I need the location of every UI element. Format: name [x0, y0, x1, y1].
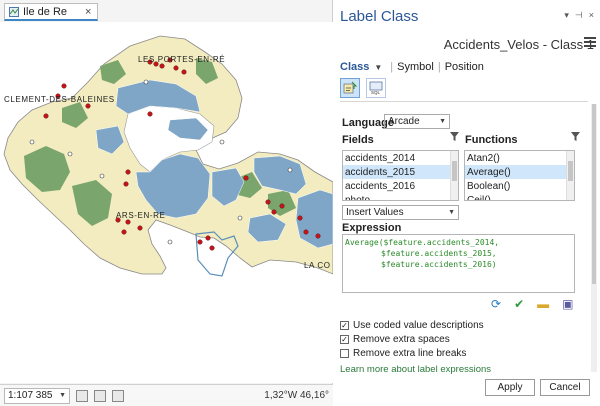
chevron-down-icon: ▼ [448, 209, 455, 216]
label-class-pane: Label Class ▾ ⊣ × Accidents_Velos - Clas… [334, 0, 600, 406]
expression-editor[interactable]: Average($feature.accidents_2014, $featur… [342, 234, 575, 293]
sql-query-button[interactable]: SQL [366, 78, 386, 98]
extra-spaces-label: Remove extra spaces [353, 334, 450, 345]
close-pane-icon[interactable]: × [589, 10, 594, 21]
extra-line-breaks-option[interactable]: Remove extra line breaks [340, 348, 466, 359]
extra-line-breaks-label: Remove extra line breaks [353, 348, 467, 359]
pane-scrollbar[interactable] [591, 104, 597, 372]
expression-line: $feature.accidents_2015, [381, 249, 497, 258]
sql-icon: SQL [369, 81, 383, 95]
expression-mode-button[interactable] [340, 78, 360, 98]
pane-title: Label Class [340, 8, 419, 25]
hamburger-menu-icon[interactable] [584, 36, 596, 48]
close-tab-icon[interactable]: × [85, 6, 91, 18]
nav-position[interactable]: Position [445, 61, 484, 73]
field-item[interactable]: accidents_2016 [343, 179, 458, 193]
scale-value: 1:107 385 [8, 390, 53, 401]
field-item-selected[interactable]: accidents_2015 [343, 165, 458, 179]
function-item[interactable]: Ceil() [465, 193, 574, 201]
apply-button[interactable]: Apply [485, 379, 535, 396]
language-select[interactable]: Arcade ▼ [384, 114, 450, 129]
field-item[interactable]: photo [343, 193, 458, 201]
nav-symbol[interactable]: Symbol [397, 61, 434, 73]
label-clement: CLEMENT-DES-BALEINES [4, 95, 115, 104]
checkbox-unchecked[interactable] [340, 349, 349, 358]
scale-selector[interactable]: 1:107 385 ▼ [4, 387, 70, 404]
open-folder-icon[interactable]: ▬ [537, 297, 549, 311]
coordinates-readout: 1,32°W 46,16° [264, 390, 329, 401]
nav-class[interactable]: Class [340, 61, 369, 73]
pane-menu-icon[interactable]: ▾ [564, 10, 569, 21]
expression-label: Expression [342, 222, 402, 234]
field-item[interactable]: accidents_2014 [343, 151, 458, 165]
checkbox-checked[interactable]: ✓ [340, 321, 349, 330]
fields-scrollbar[interactable] [450, 151, 458, 200]
language-value: Arcade [388, 116, 420, 127]
expression-line: $feature.accidents_2016) [381, 260, 497, 269]
label-les-portes: LES PORTES-EN-RÉ [138, 55, 225, 64]
function-item[interactable]: Atan2() [465, 151, 574, 165]
save-icon[interactable]: ▣ [562, 297, 573, 311]
map-status-bar: 1:107 385 ▼ 1,32°W 46,16° [0, 384, 333, 406]
refresh-icon[interactable] [112, 389, 124, 402]
grid-icon[interactable] [76, 389, 88, 402]
label-expression-icon [343, 81, 357, 94]
pause-icon[interactable] [94, 389, 106, 402]
map-icon [9, 6, 19, 17]
functions-list: Atan2() Average() Boolean() Ceil() [464, 150, 575, 201]
pin-icon[interactable]: ⊣ [575, 10, 583, 21]
map-pane: Ile de Re × LES PORTES-EN-RÉ CLEMENT-DES… [0, 0, 333, 406]
filter-icon[interactable] [449, 131, 460, 142]
extra-spaces-option[interactable]: ✓ Remove extra spaces [340, 334, 450, 345]
fields-list: accidents_2014 accidents_2015 accidents_… [342, 150, 459, 201]
class-nav: Class ▼ | Symbol | Position [340, 61, 484, 73]
fields-label: Fields [342, 134, 374, 146]
refresh-icon[interactable]: ⟳ [491, 297, 501, 311]
label-class-name: Accidents_Velos - Class 1 [443, 37, 594, 52]
map-tab-label: Ile de Re [23, 5, 68, 18]
label-ars: ARS-EN-RE [116, 211, 165, 220]
expression-line: Average($feature.accidents_2014, [345, 238, 500, 247]
function-item-selected[interactable]: Average() [465, 165, 574, 179]
insert-values-label: Insert Values [346, 207, 404, 218]
pane-controls: ▾ ⊣ × [564, 10, 594, 21]
expression-toolbar: ⟳ ✔ ▬ ▣ [491, 297, 573, 311]
learn-more-link[interactable]: Learn more about label expressions [340, 364, 491, 375]
map-tab[interactable]: Ile de Re × [4, 3, 99, 21]
cancel-button[interactable]: Cancel [540, 379, 590, 396]
chevron-down-icon: ▼ [439, 118, 446, 125]
map-canvas: LES PORTES-EN-RÉ CLEMENT-DES-BALEINES AR… [3, 35, 333, 277]
class-dropdown-icon[interactable]: ▼ [374, 63, 382, 72]
divider [340, 101, 588, 102]
label-couarde: LA CO [304, 261, 331, 270]
svg-text:SQL: SQL [371, 90, 381, 95]
nav-separator: | [437, 61, 441, 73]
nav-separator: | [390, 61, 394, 73]
functions-label: Functions [465, 134, 518, 146]
verify-check-icon[interactable]: ✔ [514, 297, 524, 311]
function-item[interactable]: Boolean() [465, 179, 574, 193]
functions-scrollbar[interactable] [566, 151, 574, 200]
insert-values-select[interactable]: Insert Values ▼ [342, 205, 459, 220]
filter-icon[interactable] [570, 131, 581, 142]
coded-values-option[interactable]: ✓ Use coded value descriptions [340, 320, 484, 331]
checkbox-checked[interactable]: ✓ [340, 335, 349, 344]
expression-mode-buttons: SQL [340, 78, 386, 98]
coded-values-label: Use coded value descriptions [353, 320, 484, 331]
chevron-down-icon: ▼ [59, 392, 66, 399]
map-view[interactable]: LES PORTES-EN-RÉ CLEMENT-DES-BALEINES AR… [0, 22, 333, 383]
